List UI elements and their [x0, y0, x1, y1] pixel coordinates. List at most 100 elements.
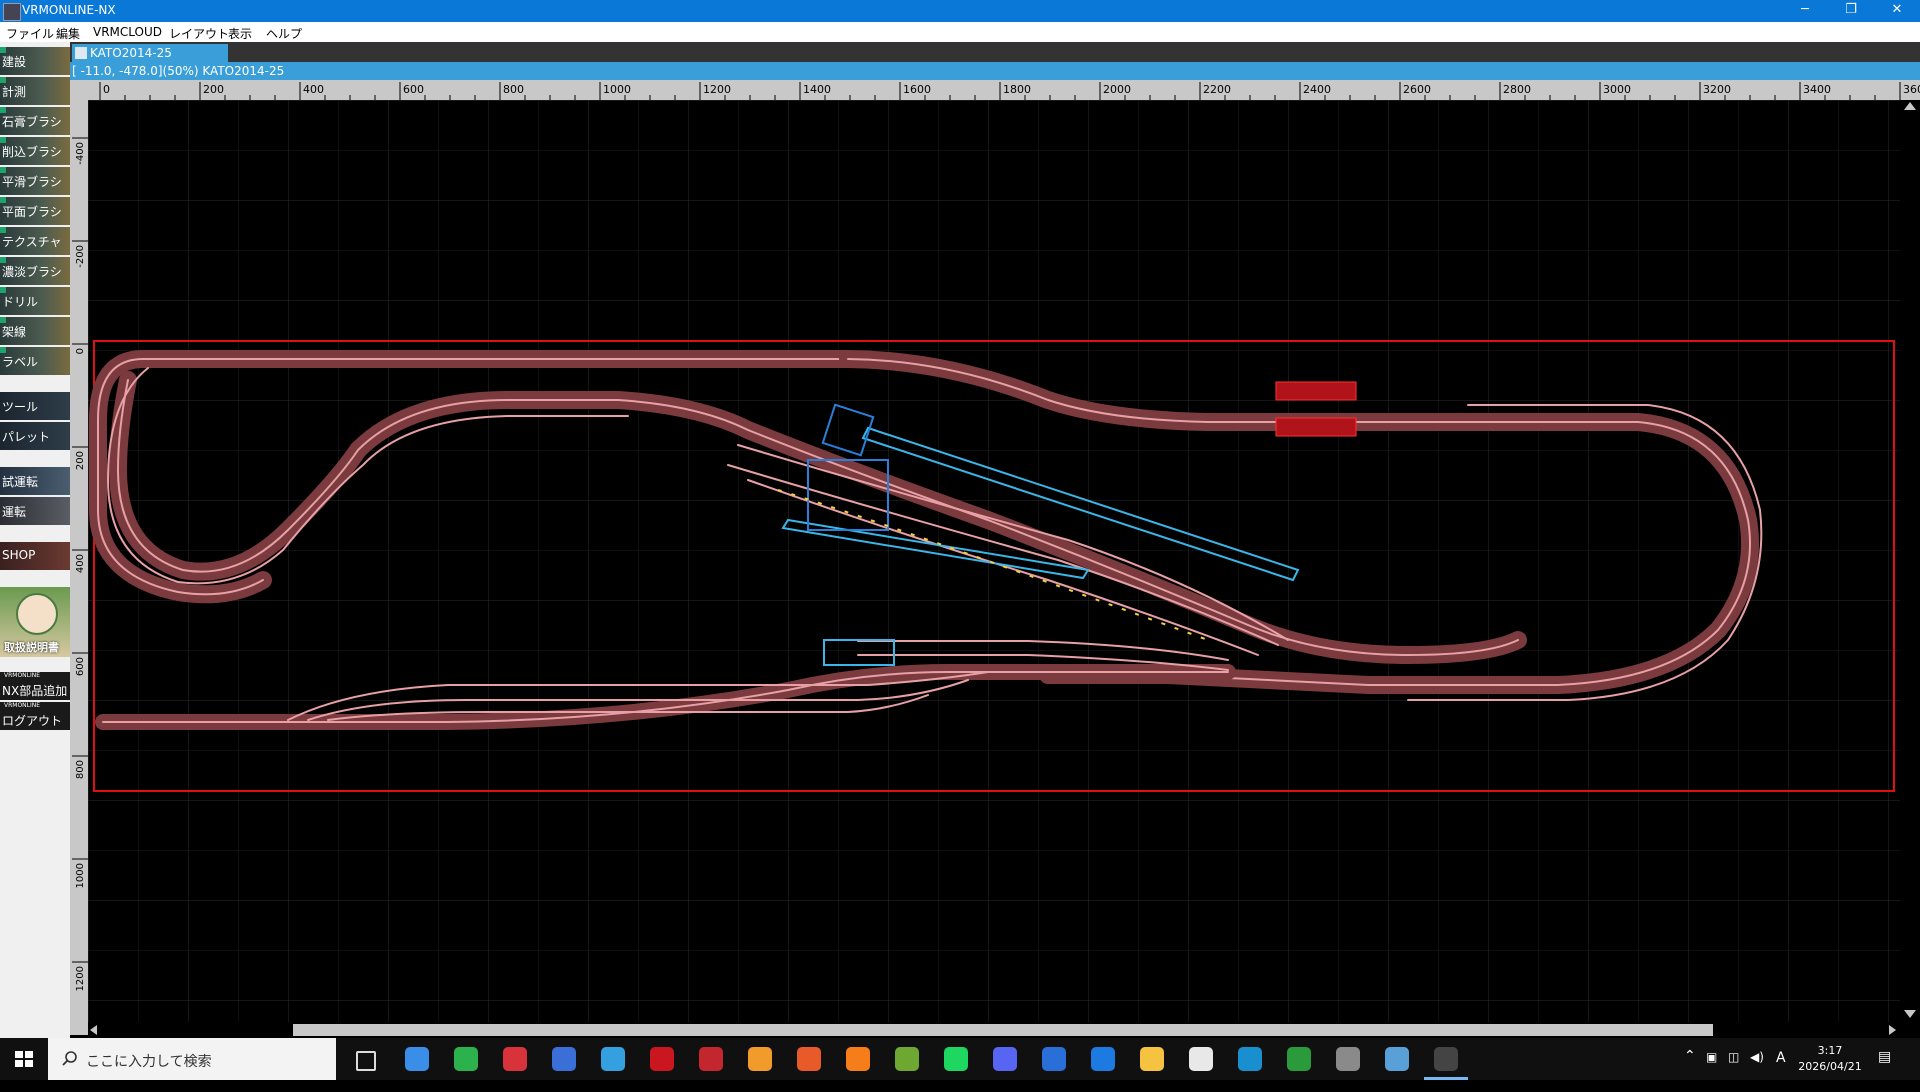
sidebar-item-drill[interactable]: ドリル — [0, 287, 70, 315]
close-button[interactable]: ✕ — [1874, 0, 1920, 22]
menu-file[interactable]: ファイル — [6, 25, 54, 42]
ruler-tick-label: 800 — [75, 760, 86, 779]
sidebar-item-texture[interactable]: テクスチャ — [0, 227, 70, 255]
major-grid — [88, 100, 1900, 1022]
tab-kato2014-25[interactable]: KATO2014-25 — [72, 44, 228, 62]
sidebar-item-shade-brush[interactable]: 濃淡ブラシ — [0, 257, 70, 285]
camera-icon[interactable] — [1336, 1047, 1360, 1071]
task-view-icon[interactable] — [356, 1051, 376, 1071]
ruler-tick-label: 2800 — [1503, 83, 1531, 96]
menu-edit[interactable]: 編集 — [56, 25, 80, 42]
green-app-icon[interactable] — [454, 1047, 478, 1071]
sidebar-item-label: 平滑ブラシ — [2, 175, 62, 189]
sidebar-item-flat-brush[interactable]: 平面ブラシ — [0, 197, 70, 225]
scroll-down-arrow-icon[interactable] — [1904, 1010, 1916, 1018]
start-button[interactable] — [0, 1038, 48, 1080]
spotify-icon[interactable] — [944, 1047, 968, 1071]
network-icon[interactable]: ▣ — [1706, 1050, 1717, 1092]
notification-icon[interactable]: ▤ — [1878, 1049, 1891, 1091]
browser-blue-icon[interactable] — [601, 1047, 625, 1071]
marker — [0, 167, 6, 173]
horizontal-ruler-scale: 0 200 400 600 800 1000 1200 1400 1600 1800 2000 220… — [99, 82, 1920, 100]
vrm-app-icon[interactable] — [1434, 1047, 1458, 1071]
sidebar-item-operate[interactable]: 運転 — [0, 497, 70, 525]
menu-view[interactable]: 表示 — [228, 25, 252, 42]
ruler-tick-label: 200 — [75, 451, 86, 470]
widget-app-icon[interactable] — [1042, 1047, 1066, 1071]
ruler-tick-label: 2000 — [1103, 83, 1131, 96]
sidebar-item-catenary[interactable]: 架線 — [0, 317, 70, 345]
blue-app-icon[interactable] — [1091, 1047, 1115, 1071]
logout-button[interactable]: VRMONLINE ログアウト — [0, 702, 70, 730]
menu-vrmcloud[interactable]: VRMCLOUD — [93, 25, 162, 39]
volume-icon[interactable]: ◀) — [1750, 1050, 1764, 1092]
horizontal-scrollbar[interactable] — [88, 1022, 1900, 1038]
swan-app-icon[interactable] — [797, 1047, 821, 1071]
ime-indicator[interactable]: A — [1776, 1050, 1786, 1092]
edge-icon[interactable] — [1238, 1047, 1262, 1071]
track-layout-drawing[interactable] — [88, 100, 1900, 1022]
coordinate-status-bar: [ -11.0, -478.0](50%) KATO2014-25 — [70, 62, 1920, 80]
scroll-left-arrow-icon[interactable] — [90, 1025, 97, 1035]
video-icon[interactable] — [748, 1047, 772, 1071]
layout-canvas[interactable] — [88, 100, 1900, 1022]
sidebar-item-tool[interactable]: ツール — [0, 392, 70, 420]
sidebar-item-build[interactable]: 建設 — [0, 47, 70, 75]
logout-label: ログアウト — [2, 714, 63, 728]
sw2023-icon[interactable] — [699, 1047, 723, 1071]
green-box-icon[interactable] — [895, 1047, 919, 1071]
sidebar-item-label: 建設 — [2, 55, 27, 69]
red-app-icon[interactable] — [503, 1047, 527, 1071]
sidebar-item-smooth-brush[interactable]: 平滑ブラシ — [0, 167, 70, 195]
ruler-tick-label: 1000 — [75, 863, 86, 888]
menu-layout[interactable]: レイアウト — [169, 25, 229, 42]
ruler-tick-label: 1400 — [803, 83, 831, 96]
marker — [0, 227, 6, 233]
nx-parts-label: NX部品追加 — [2, 684, 68, 698]
red-structure-top[interactable] — [1275, 381, 1357, 401]
file-explorer-icon[interactable] — [1140, 1047, 1164, 1071]
crosshair-app-icon[interactable] — [650, 1047, 674, 1071]
sidebar-item-plaster-brush[interactable]: 石膏ブラシ — [0, 107, 70, 135]
manual-banner[interactable]: 取扱説明書 — [0, 587, 70, 657]
ruler-tick-label: 0 — [75, 348, 86, 354]
horizontal-scroll-thumb[interactable] — [293, 1024, 1713, 1036]
nx-parts-add-button[interactable]: VRMONLINE NX部品追加 — [0, 672, 70, 700]
discord-icon[interactable] — [993, 1047, 1017, 1071]
ruler-tick-label: 1000 — [603, 83, 631, 96]
ruler-tick-label: 360 — [1903, 83, 1920, 96]
vivaldi-icon[interactable] — [552, 1047, 576, 1071]
ruler-tick-label: 3200 — [1703, 83, 1731, 96]
restore-button[interactable]: ❐ — [1828, 0, 1874, 22]
sidebar-item-carve-brush[interactable]: 削込ブラシ — [0, 137, 70, 165]
app-icon — [3, 3, 21, 21]
sidebar-item-shop[interactable]: SHOP — [0, 542, 70, 570]
logout-sublabel: VRMONLINE — [4, 702, 41, 709]
scroll-right-arrow-icon[interactable] — [1889, 1025, 1896, 1035]
sidebar-item-measure[interactable]: 計測 — [0, 77, 70, 105]
vertical-scrollbar[interactable] — [1900, 100, 1920, 1022]
sidebar-item-label: 濃淡ブラシ — [2, 265, 62, 279]
marker — [0, 197, 6, 203]
coordinate-readout: [ -11.0, -478.0](50%) KATO2014-25 — [72, 64, 285, 78]
taskbar-search-box[interactable]: ここに入力して検索 — [48, 1038, 336, 1080]
copilot-icon[interactable] — [405, 1047, 429, 1071]
display-icon[interactable]: ◫ — [1728, 1050, 1739, 1092]
tab-checkbox[interactable] — [75, 47, 87, 59]
red-structure-bottom[interactable] — [1275, 417, 1357, 437]
menu-help[interactable]: ヘルプ — [266, 25, 302, 42]
marker — [0, 137, 6, 143]
scroll-up-arrow-icon[interactable] — [1904, 102, 1916, 110]
cards-icon[interactable] — [1189, 1047, 1213, 1071]
sidebar-item-test-run[interactable]: 試運転 — [0, 467, 70, 495]
blender-icon[interactable] — [846, 1047, 870, 1071]
taskbar-clock[interactable]: 3:17 2026/04/21 — [1790, 1043, 1870, 1075]
chrome-icon[interactable] — [1287, 1047, 1311, 1071]
sidebar-item-palette[interactable]: パレット — [0, 422, 70, 450]
sidebar-item-label: 平面ブラシ — [2, 205, 62, 219]
minimize-button[interactable]: ─ — [1782, 0, 1828, 22]
sidebar-item-label-tool[interactable]: ラベル — [0, 347, 70, 375]
tray-chevron-icon[interactable]: ⌃ — [1684, 1048, 1696, 1090]
nx-parts-sublabel: VRMONLINE — [4, 672, 41, 679]
rdp-icon[interactable] — [1385, 1047, 1409, 1071]
